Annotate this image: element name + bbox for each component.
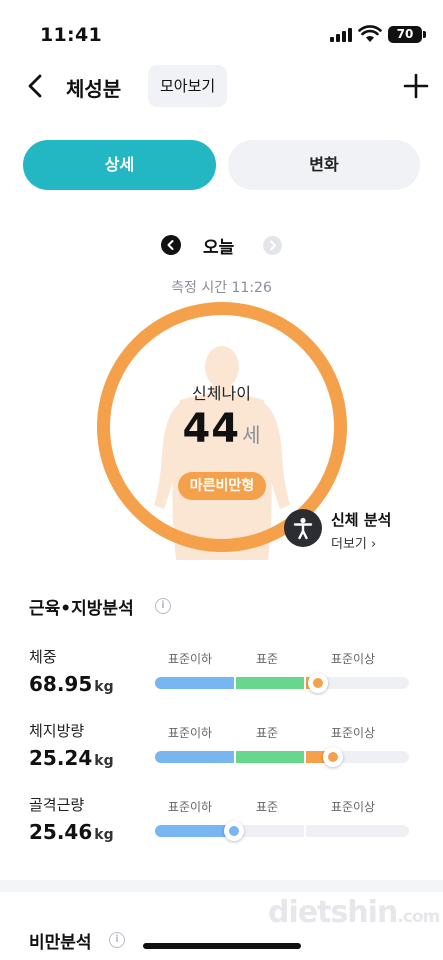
body-analysis-button[interactable] <box>284 509 322 547</box>
chevron-right-icon <box>270 240 276 251</box>
range-label: 표준이하 <box>167 652 213 666</box>
bar-divider <box>304 825 306 837</box>
metric-unit: kg <box>94 679 114 695</box>
metric-name: 체지방량 <box>29 722 85 740</box>
body-analysis-more-link[interactable]: 더보기 › <box>331 533 376 552</box>
back-arrow-icon[interactable] <box>20 70 52 102</box>
metric-value: 25.46 kg <box>29 820 114 844</box>
metric-value: 25.24 kg <box>29 746 114 770</box>
add-icon[interactable] <box>402 72 430 100</box>
bar-divider <box>304 751 306 763</box>
header: 체성분 모아보기 <box>0 60 443 116</box>
tab-detail[interactable]: 상세 <box>23 140 216 190</box>
metric-name: 골격근량 <box>29 796 85 814</box>
metric-range-bar <box>155 751 409 763</box>
range-label: 표준이상 <box>330 800 376 814</box>
range-label: 표준 <box>255 800 279 814</box>
page-title: 체성분 <box>66 77 122 101</box>
person-icon <box>293 517 313 540</box>
range-label: 표준이상 <box>330 726 376 740</box>
metric-unit: kg <box>94 827 114 843</box>
below-standard-segment <box>155 677 235 689</box>
standard-segment <box>235 751 305 763</box>
muscle-fat-section-title: 근육•지방분석 <box>29 599 134 619</box>
metric-range-bar <box>155 677 409 689</box>
body-age-number: 44 <box>182 406 241 452</box>
status-time: 11:41 <box>40 24 102 46</box>
metric-value: 68.95 kg <box>29 672 114 696</box>
body-age-value: 44 세 <box>0 406 443 452</box>
metric-name: 체중 <box>29 648 57 666</box>
standard-segment <box>235 677 305 689</box>
previous-date-button[interactable] <box>161 235 181 255</box>
bar-divider <box>234 677 236 689</box>
metric-unit: kg <box>94 753 114 769</box>
body-type-badge: 마른비만형 <box>178 472 266 500</box>
range-label: 표준이하 <box>167 726 213 740</box>
body-analysis-title[interactable]: 신체 분석 <box>331 509 391 530</box>
info-icon[interactable]: i <box>109 932 125 948</box>
bar-divider <box>304 677 306 689</box>
collect-view-button[interactable]: 모아보기 <box>148 65 228 107</box>
bar-divider <box>234 751 236 763</box>
metric-number: 25.24 <box>29 746 93 770</box>
chevron-left-icon <box>167 240 174 250</box>
metric-number: 68.95 <box>29 672 93 696</box>
tab-change[interactable]: 변화 <box>228 140 420 190</box>
status-bar: 11:41 70 <box>0 0 443 60</box>
below-standard-segment <box>155 751 235 763</box>
wifi-icon <box>358 25 382 42</box>
below-standard-segment <box>155 825 234 837</box>
section-divider <box>0 880 443 892</box>
metric-range-bar <box>155 825 409 837</box>
range-label: 표준 <box>255 726 279 740</box>
next-date-button[interactable] <box>263 236 282 255</box>
body-age-unit: 세 <box>242 423 261 447</box>
measure-time: 측정 시간 11:26 <box>171 280 272 296</box>
metric-level-knob <box>323 747 343 767</box>
range-label: 표준이하 <box>167 800 213 814</box>
cellular-signal-icon <box>330 28 352 42</box>
battery-icon: 70 <box>388 26 426 43</box>
watermark-logo: dietshin.com <box>268 895 440 930</box>
obesity-section-title: 비만분석 <box>29 933 92 953</box>
date-label: 오늘 <box>203 238 235 258</box>
range-label: 표준이상 <box>330 652 376 666</box>
range-label: 표준 <box>255 652 279 666</box>
metric-level-knob <box>224 821 244 841</box>
body-age-label: 신체나이 <box>192 384 251 403</box>
metric-number: 25.46 <box>29 820 93 844</box>
home-indicator <box>143 943 301 949</box>
info-icon[interactable]: i <box>155 598 171 614</box>
metric-level-knob <box>308 673 328 693</box>
